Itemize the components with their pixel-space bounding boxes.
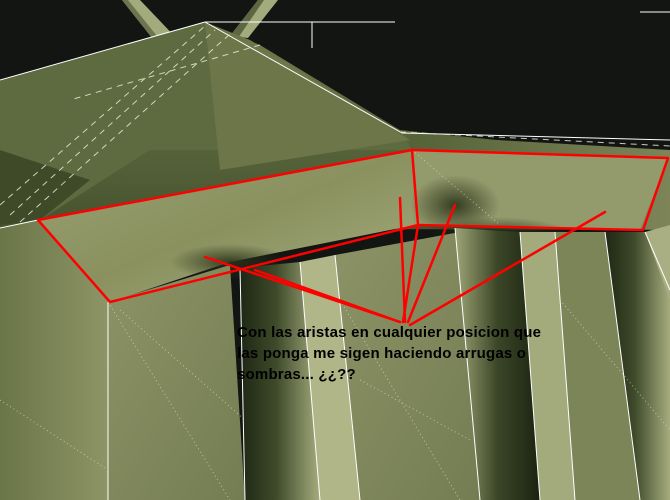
- annotation-line: Con las aristas en cualquier posicion qu…: [237, 324, 542, 341]
- annotation-line: sombras... ¿¿??: [237, 366, 356, 383]
- 3d-viewport[interactable]: Con las aristas en cualquier posicion qu…: [0, 0, 670, 500]
- annotation-text: Con las aristas en cualquier posicion qu…: [237, 322, 597, 385]
- annotation-line: las ponga me sigen haciendo arrugas o: [237, 345, 527, 362]
- viewport-render: [0, 0, 670, 500]
